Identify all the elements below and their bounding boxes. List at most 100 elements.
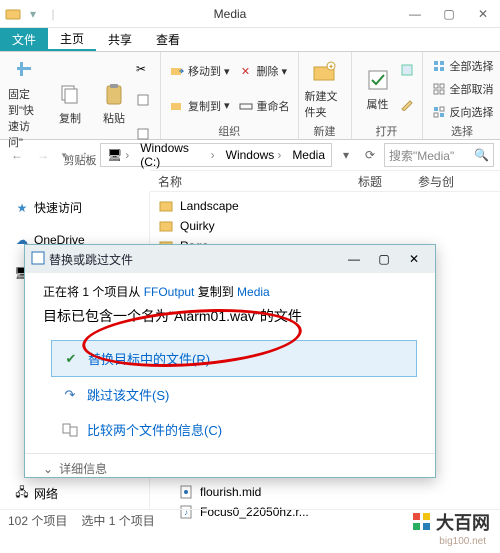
search-input[interactable]: 搜索"Media" 🔍: [384, 143, 494, 167]
dialog-more[interactable]: ⌄ 详细信息: [25, 453, 435, 483]
select-all-button[interactable]: 全部选择: [427, 57, 498, 75]
moveto-button[interactable]: 移动到▾: [165, 62, 234, 80]
newfolder-label: 新建文件夹: [305, 88, 345, 120]
crumb-p1[interactable]: Windows: [226, 148, 275, 162]
addr-dropdown[interactable]: ▾: [336, 148, 356, 162]
compare-icon: [61, 421, 79, 439]
copy-icon: [56, 80, 84, 108]
breadcrumb[interactable]: 🖥› Windows (C:)› Windows› Media: [100, 143, 332, 167]
network-icon: 🖧: [14, 486, 30, 502]
chevron-down-icon: ⌄: [43, 462, 53, 476]
dialog-body: 正在将 1 个项目从 FFOutput 复制到 Media 目标已包含一个名为"…: [25, 273, 435, 453]
recent-button[interactable]: ▾: [58, 144, 70, 166]
checkbox-icon: [364, 66, 392, 94]
file-name: flourish.mid: [200, 485, 261, 499]
option-compare-label: 比较两个文件的信息(C): [87, 420, 222, 439]
dialog-title: 替换或跳过文件: [45, 251, 339, 268]
crumb-drive[interactable]: Windows (C:): [140, 141, 207, 169]
copy-button[interactable]: 复制: [48, 54, 92, 152]
nav-network-label: 网络: [34, 485, 58, 502]
ribbon-group-open: 属性 打开: [352, 52, 423, 139]
list-item[interactable]: Landscape: [150, 196, 500, 216]
copyto-label: 复制到: [188, 98, 221, 114]
chevron-right-icon: ›: [208, 148, 218, 162]
tab-view[interactable]: 查看: [144, 28, 192, 51]
nav-quick[interactable]: ★快速访问: [0, 196, 149, 219]
delete-label: 删除: [257, 63, 279, 79]
newfolder-icon: ✦: [311, 58, 339, 86]
select-invert-button[interactable]: 反向选择: [427, 103, 498, 121]
pin-label: 固定到"快速访问": [6, 86, 46, 150]
cut-icon[interactable]: ✂: [136, 62, 156, 76]
maximize-button[interactable]: ▢: [432, 0, 466, 27]
source-link[interactable]: FFOutput: [144, 285, 195, 299]
select-all-label: 全部选择: [450, 58, 494, 74]
copyto-button[interactable]: 复制到▾: [165, 97, 234, 115]
dialog-close-button[interactable]: ✕: [399, 252, 429, 266]
rename-button[interactable]: 重命名: [234, 97, 294, 115]
file-name: Landscape: [180, 199, 239, 213]
pin-button[interactable]: 固定到"快速访问": [4, 54, 48, 152]
paste-button[interactable]: 粘贴: [92, 54, 136, 152]
column-headers: 名称 标题 参与创: [150, 170, 500, 192]
up-button[interactable]: ↑: [74, 144, 96, 166]
ribbon-group-clipboard: 固定到"快速访问" 复制 粘贴 ✂ 剪贴板: [0, 52, 161, 139]
tab-share[interactable]: 共享: [96, 28, 144, 51]
chevron-down-icon: ▾: [282, 65, 288, 78]
back-button[interactable]: ←: [6, 144, 28, 166]
tab-home[interactable]: 主页: [48, 28, 96, 51]
text: "的文件: [255, 308, 302, 324]
ribbon-group-organize: 移动到▾ 复制到▾ ✕删除▾ 重命名 组织: [161, 52, 299, 139]
watermark-url: big100.net: [439, 536, 486, 547]
option-compare[interactable]: 比较两个文件的信息(C): [51, 412, 417, 447]
newfolder-button[interactable]: ✦ 新建文件夹: [303, 54, 347, 123]
crumb-p2[interactable]: Media: [292, 148, 325, 162]
option-skip[interactable]: ↷ 跳过该文件(S): [51, 377, 417, 412]
refresh-button[interactable]: ⟳: [360, 148, 380, 162]
logo-icon: [412, 512, 432, 532]
col-name[interactable]: 名称: [150, 173, 350, 190]
delete-button[interactable]: ✕删除▾: [234, 62, 294, 80]
select-none-icon: [431, 81, 447, 97]
dialog-minimize-button[interactable]: —: [339, 252, 369, 266]
dest-link[interactable]: Media: [237, 285, 270, 299]
close-button[interactable]: ✕: [466, 0, 500, 27]
dropdown-icon[interactable]: ▾: [24, 5, 42, 23]
folder-icon: [158, 198, 174, 214]
dialog-source-line: 正在将 1 个项目从 FFOutput 复制到 Media: [43, 283, 417, 300]
svg-text:✦: ✦: [328, 63, 334, 71]
ribbon-group-select: 全部选择 全部取消 反向选择 选择: [423, 52, 500, 139]
copy-label: 复制: [59, 110, 81, 126]
midi-icon: [178, 484, 194, 500]
minimize-button[interactable]: —: [398, 0, 432, 27]
new-group-label: 新建: [303, 123, 347, 139]
nav-network[interactable]: 🖧网络: [0, 482, 150, 505]
title-bar: ▾ | Media — ▢ ✕: [0, 0, 500, 28]
conflict-filename: Alarm01.wav: [174, 308, 255, 324]
list-item[interactable]: flourish.mid: [170, 482, 317, 502]
copypath-icon[interactable]: [136, 93, 156, 110]
select-all-icon: [431, 58, 447, 74]
edit-icon[interactable]: [400, 97, 418, 114]
selection-count: 选中 1 个项目: [81, 512, 154, 529]
col-title[interactable]: 标题: [350, 173, 410, 190]
props-button[interactable]: 属性: [356, 54, 400, 123]
list-item[interactable]: Quirky: [150, 216, 500, 236]
dialog-maximize-button[interactable]: ▢: [369, 252, 399, 266]
select-invert-label: 反向选择: [450, 104, 494, 120]
option-replace[interactable]: ✔ 替换目标中的文件(R): [51, 340, 417, 377]
replace-dialog: 替换或跳过文件 — ▢ ✕ 正在将 1 个项目从 FFOutput 复制到 Me…: [24, 244, 436, 478]
open-icon[interactable]: [400, 63, 418, 80]
props-label: 属性: [367, 96, 389, 112]
check-icon: ✔: [62, 350, 80, 368]
forward-button[interactable]: →: [32, 144, 54, 166]
chevron-right-icon: ›: [274, 148, 284, 162]
dialog-titlebar: 替换或跳过文件 — ▢ ✕: [25, 245, 435, 273]
select-none-button[interactable]: 全部取消: [427, 80, 498, 98]
tab-file[interactable]: 文件: [0, 28, 48, 51]
item-count: 102 个项目: [8, 512, 67, 529]
moveto-icon: [169, 63, 185, 79]
skip-icon: ↷: [61, 386, 79, 404]
col-contrib[interactable]: 参与创: [410, 173, 462, 190]
ribbon: 固定到"快速访问" 复制 粘贴 ✂ 剪贴板 移动到▾ 复制到▾: [0, 52, 500, 140]
